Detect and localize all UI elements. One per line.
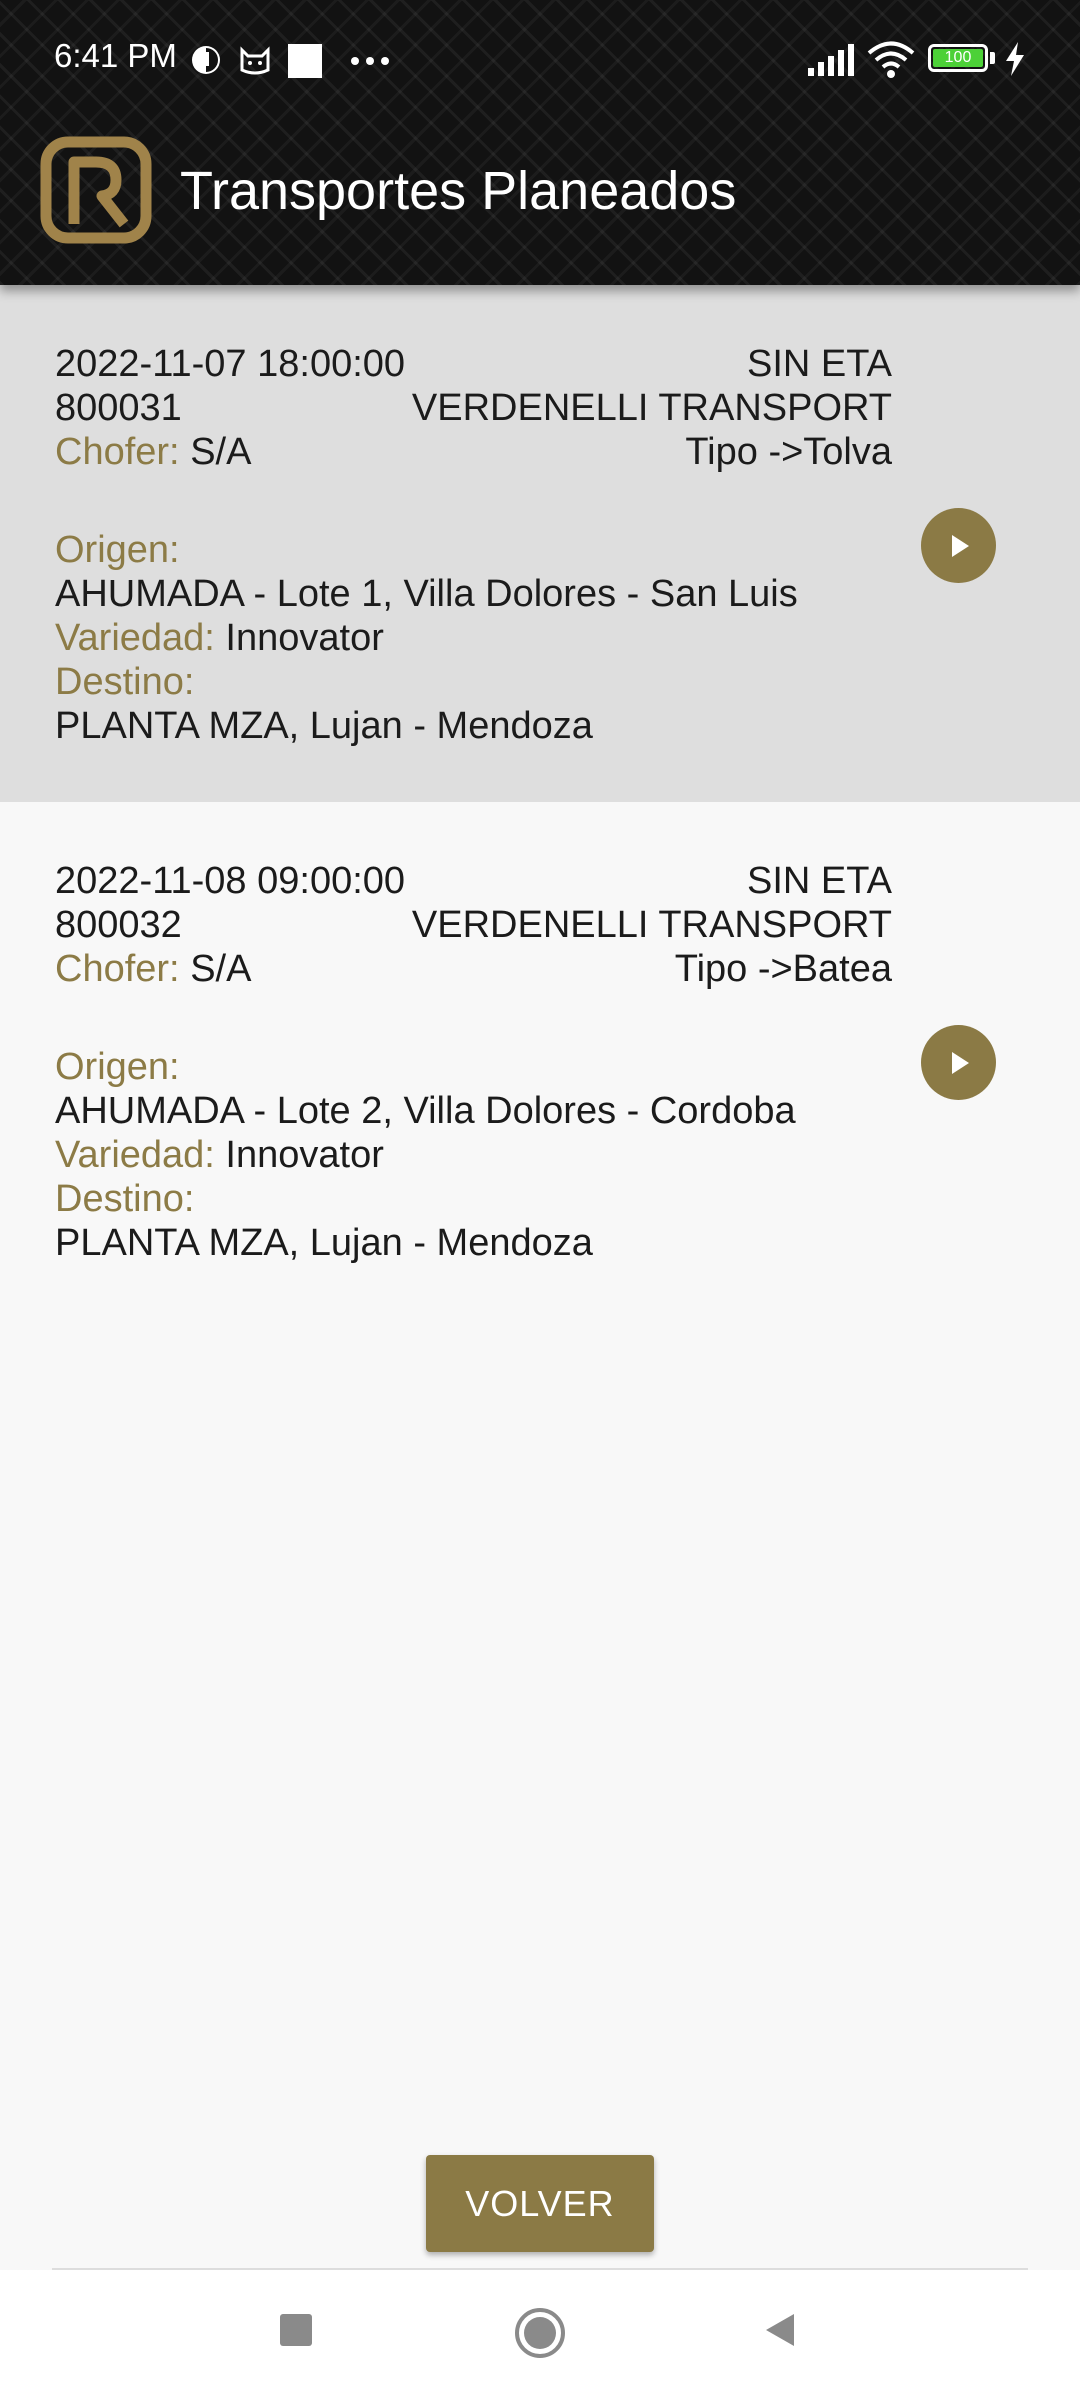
transport-id: 800031 <box>55 387 182 429</box>
battery-icon: 100 <box>928 44 988 72</box>
transport-list: 2022-11-07 18:00:00 SIN ETA 800031 VERDE… <box>0 285 1080 1319</box>
wifi-icon <box>867 41 915 78</box>
origin-value: AHUMADA - Lote 2, Villa Dolores - Cordob… <box>55 1090 796 1132</box>
more-icon <box>351 57 389 65</box>
back-button[interactable]: VOLVER <box>426 2155 654 2252</box>
driver-value: S/A <box>190 431 252 473</box>
destination-value: PLANTA MZA, Lujan - Mendoza <box>55 705 593 747</box>
navigation-bar <box>0 2270 1080 2400</box>
transport-variety: Variedad: Innovator <box>55 1133 384 1177</box>
transport-datetime: 2022-11-08 09:00:00 <box>55 860 406 902</box>
play-icon <box>951 1051 969 1074</box>
transport-type: Tipo ->Tolva <box>685 431 892 473</box>
origin-value: AHUMADA - Lote 1, Villa Dolores - San Lu… <box>55 573 798 615</box>
driver-label: Chofer: <box>55 948 180 990</box>
charging-icon <box>1006 42 1024 76</box>
destination-label: Destino: <box>55 1178 195 1220</box>
transport-datetime: 2022-11-07 18:00:00 <box>55 343 406 385</box>
cat-icon <box>240 46 270 75</box>
home-icon[interactable] <box>513 2306 567 2360</box>
variety-label: Variedad: <box>55 1134 215 1176</box>
app-bar: 6:41 PM 100 Transportes Planeados <box>0 0 1080 285</box>
status-bar: 6:41 PM 100 <box>0 0 1080 118</box>
transport-variety: Variedad: Innovator <box>55 616 384 660</box>
page-title: Transportes Planeados <box>180 161 737 221</box>
play-icon <box>951 534 969 557</box>
start-transport-button[interactable] <box>921 1025 996 1100</box>
origin-label: Origen: <box>55 1046 180 1088</box>
start-transport-button[interactable] <box>921 508 996 583</box>
transport-id: 800032 <box>55 904 182 946</box>
destination-value: PLANTA MZA, Lujan - Mendoza <box>55 1222 593 1264</box>
origin-label: Origen: <box>55 529 180 571</box>
variety-value: Innovator <box>225 617 384 659</box>
square-icon <box>288 44 322 78</box>
app-logo-icon <box>40 136 152 244</box>
transport-item[interactable]: 2022-11-08 09:00:00 SIN ETA 800032 VERDE… <box>0 802 1080 1319</box>
destination-label: Destino: <box>55 661 195 703</box>
transport-driver: Chofer: S/A <box>55 947 251 991</box>
variety-label: Variedad: <box>55 617 215 659</box>
back-icon[interactable] <box>760 2310 800 2350</box>
battery-level: 100 <box>933 49 983 67</box>
transport-driver: Chofer: S/A <box>55 430 251 474</box>
variety-value: Innovator <box>225 1134 384 1176</box>
driver-label: Chofer: <box>55 431 180 473</box>
status-time: 6:41 PM <box>54 37 177 74</box>
transport-eta: SIN ETA <box>747 860 892 902</box>
driver-value: S/A <box>190 948 252 990</box>
data-saver-icon <box>192 46 220 74</box>
transport-type: Tipo ->Batea <box>674 948 892 990</box>
transport-item[interactable]: 2022-11-07 18:00:00 SIN ETA 800031 VERDE… <box>0 285 1080 802</box>
recents-icon[interactable] <box>276 2310 316 2350</box>
transport-company: VERDENELLI TRANSPORT <box>411 904 892 946</box>
transport-company: VERDENELLI TRANSPORT <box>411 387 892 429</box>
battery-cap <box>990 52 995 64</box>
signal-icon <box>808 44 854 76</box>
transport-eta: SIN ETA <box>747 343 892 385</box>
